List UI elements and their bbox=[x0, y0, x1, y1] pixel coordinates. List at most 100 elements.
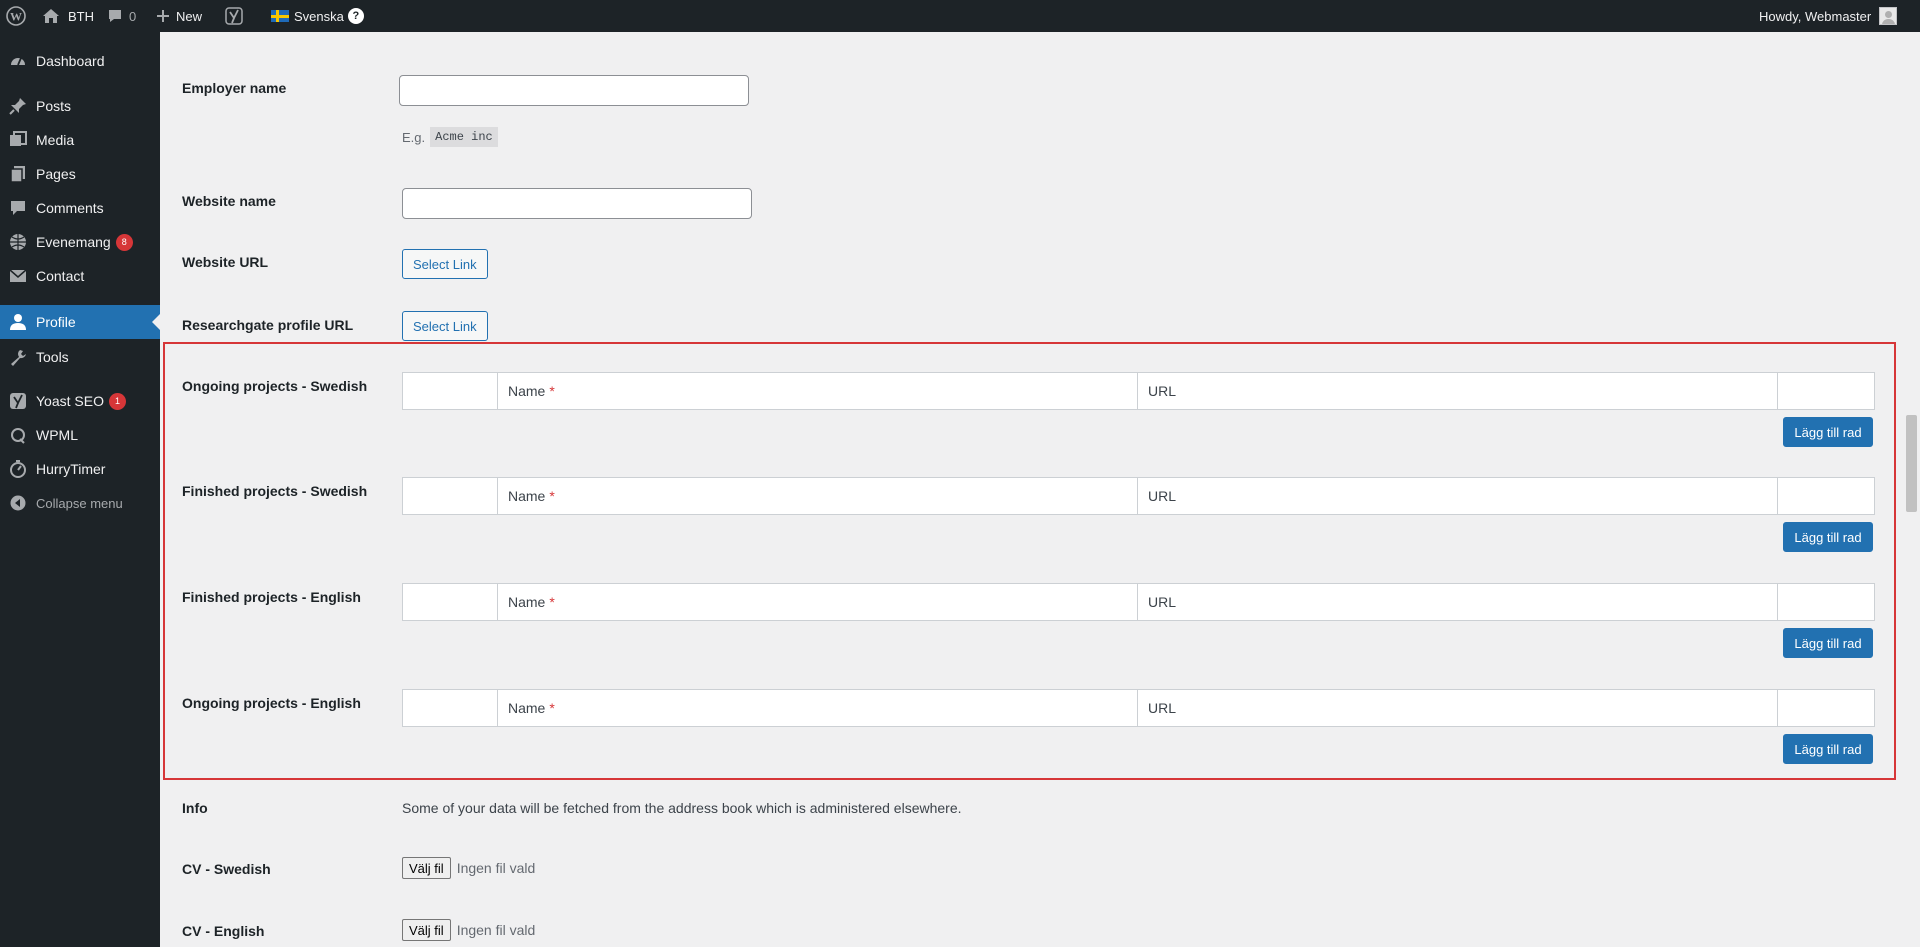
url-column-header: URL bbox=[1138, 373, 1778, 409]
wpml-icon bbox=[0, 426, 36, 444]
add-row-button[interactable]: Lägg till rad bbox=[1783, 734, 1873, 764]
row-handle-column bbox=[403, 373, 498, 409]
finished-projects-swedish-label: Finished projects - Swedish bbox=[182, 483, 368, 499]
sidebar-item-evenemang[interactable]: Evenemang 8 bbox=[0, 225, 160, 259]
sidebar-item-contact[interactable]: Contact bbox=[0, 259, 160, 293]
yoast-adminbar-icon[interactable] bbox=[225, 0, 243, 32]
language-switcher[interactable]: Svenska ? bbox=[271, 0, 364, 32]
plus-icon bbox=[156, 9, 170, 23]
add-row-button[interactable]: Lägg till rad bbox=[1783, 628, 1873, 658]
actions-column bbox=[1778, 478, 1874, 514]
finished-projects-swedish-table: Name * URL bbox=[402, 477, 1875, 515]
notification-badge: 1 bbox=[108, 392, 126, 410]
url-column-header: URL bbox=[1138, 584, 1778, 620]
sidebar-item-wpml[interactable]: WPML bbox=[0, 418, 160, 452]
sidebar-item-label: Evenemang bbox=[36, 234, 111, 250]
choose-file-button[interactable]: Välj fil bbox=[402, 857, 451, 879]
hint-code: Acme inc bbox=[430, 127, 498, 147]
employer-name-hint: E.g. Acme inc bbox=[402, 127, 498, 147]
name-header-text: Name bbox=[508, 594, 546, 610]
sidebar-item-hurrytimer[interactable]: HurryTimer bbox=[0, 452, 160, 486]
sidebar-item-posts[interactable]: Posts bbox=[0, 89, 160, 123]
add-row-button[interactable]: Lägg till rad bbox=[1783, 522, 1873, 552]
greeting: Howdy, Webmaster bbox=[1759, 8, 1872, 24]
finished-projects-english-label: Finished projects - English bbox=[182, 589, 361, 605]
website-name-label: Website name bbox=[182, 193, 276, 209]
actions-column bbox=[1778, 584, 1874, 620]
comment-icon bbox=[0, 199, 36, 217]
sidebar-item-label: Dashboard bbox=[36, 53, 105, 69]
name-column-header: Name * bbox=[498, 478, 1138, 514]
sidebar-item-profile[interactable]: Profile bbox=[0, 305, 160, 339]
info-label: Info bbox=[182, 800, 208, 816]
user-icon bbox=[0, 313, 36, 331]
comment-icon bbox=[107, 8, 123, 24]
sidebar-item-label: Media bbox=[36, 132, 75, 148]
wordpress-logo-icon[interactable]: W bbox=[6, 0, 26, 32]
sidebar-item-label: Pages bbox=[36, 166, 76, 182]
media-icon bbox=[0, 131, 36, 149]
pages-icon bbox=[0, 165, 36, 183]
website-url-label: Website URL bbox=[182, 254, 269, 270]
sidebar-item-label: WPML bbox=[36, 427, 78, 443]
choose-file-button[interactable]: Välj fil bbox=[402, 919, 451, 941]
website-name-input[interactable] bbox=[402, 188, 752, 219]
sidebar-item-tools[interactable]: Tools bbox=[0, 340, 160, 374]
url-column-header: URL bbox=[1138, 478, 1778, 514]
row-handle-column bbox=[403, 478, 498, 514]
info-text: Some of your data will be fetched from t… bbox=[402, 800, 962, 816]
actions-column bbox=[1778, 373, 1874, 409]
finished-projects-english-table: Name * URL bbox=[402, 583, 1875, 621]
account-menu[interactable]: Howdy, Webmaster bbox=[1759, 0, 1898, 32]
sidebar-item-yoast-seo[interactable]: Yoast SEO 1 bbox=[0, 384, 160, 418]
cv-swedish-label: CV - Swedish bbox=[182, 861, 271, 877]
name-header-text: Name bbox=[508, 383, 546, 399]
timer-icon bbox=[0, 460, 36, 478]
name-header-text: Name bbox=[508, 488, 546, 504]
new-content-link[interactable]: New bbox=[156, 0, 202, 32]
name-column-header: Name * bbox=[498, 690, 1138, 726]
sidebar-item-pages[interactable]: Pages bbox=[0, 157, 160, 191]
sidebar-item-label: HurryTimer bbox=[36, 461, 106, 477]
row-handle-column bbox=[403, 690, 498, 726]
sidebar-item-label: Tools bbox=[36, 349, 69, 365]
sidebar-item-label: Collapse menu bbox=[36, 495, 123, 511]
language-label: Svenska bbox=[294, 8, 344, 24]
comments-count: 0 bbox=[129, 8, 137, 24]
name-column-header: Name * bbox=[498, 584, 1138, 620]
sidebar-item-label: Contact bbox=[36, 268, 85, 284]
site-name: BTH bbox=[68, 8, 94, 24]
sidebar-item-label: Posts bbox=[36, 98, 72, 114]
hint-prefix: E.g. bbox=[402, 129, 426, 145]
sidebar-item-dashboard[interactable]: Dashboard bbox=[0, 44, 160, 78]
file-status: Ingen fil vald bbox=[456, 860, 536, 876]
collapse-menu-button[interactable]: Collapse menu bbox=[0, 486, 160, 520]
collapse-icon bbox=[0, 495, 36, 511]
sidebar-item-comments[interactable]: Comments bbox=[0, 191, 160, 225]
employer-name-input[interactable] bbox=[399, 75, 749, 106]
actions-column bbox=[1778, 690, 1874, 726]
website-url-select-link-button[interactable]: Select Link bbox=[402, 249, 488, 279]
sidebar-item-label: Comments bbox=[36, 200, 104, 216]
site-name-link[interactable]: BTH bbox=[42, 0, 94, 32]
calendar-icon bbox=[0, 233, 36, 251]
ongoing-projects-swedish-table: Name * URL bbox=[402, 372, 1875, 410]
required-mark: * bbox=[549, 594, 555, 610]
employer-name-label: Employer name bbox=[182, 80, 287, 96]
ongoing-projects-english-table: Name * URL bbox=[402, 689, 1875, 727]
researchgate-url-select-link-button[interactable]: Select Link bbox=[402, 311, 488, 341]
required-mark: * bbox=[549, 383, 555, 399]
svg-text:W: W bbox=[10, 10, 22, 24]
sidebar-item-media[interactable]: Media bbox=[0, 123, 160, 157]
comments-link[interactable]: 0 bbox=[107, 0, 136, 32]
add-row-button[interactable]: Lägg till rad bbox=[1783, 417, 1873, 447]
mail-icon bbox=[0, 267, 36, 285]
sidebar-item-label: Profile bbox=[36, 314, 76, 330]
ongoing-projects-swedish-label: Ongoing projects - Swedish bbox=[182, 378, 368, 394]
cv-swedish-file-input: Välj fil Ingen fil vald bbox=[402, 857, 535, 879]
home-icon bbox=[42, 8, 60, 24]
name-header-text: Name bbox=[508, 700, 546, 716]
scrollbar-thumb[interactable] bbox=[1906, 415, 1917, 512]
cv-english-label: CV - English bbox=[182, 923, 265, 939]
name-column-header: Name * bbox=[498, 373, 1138, 409]
